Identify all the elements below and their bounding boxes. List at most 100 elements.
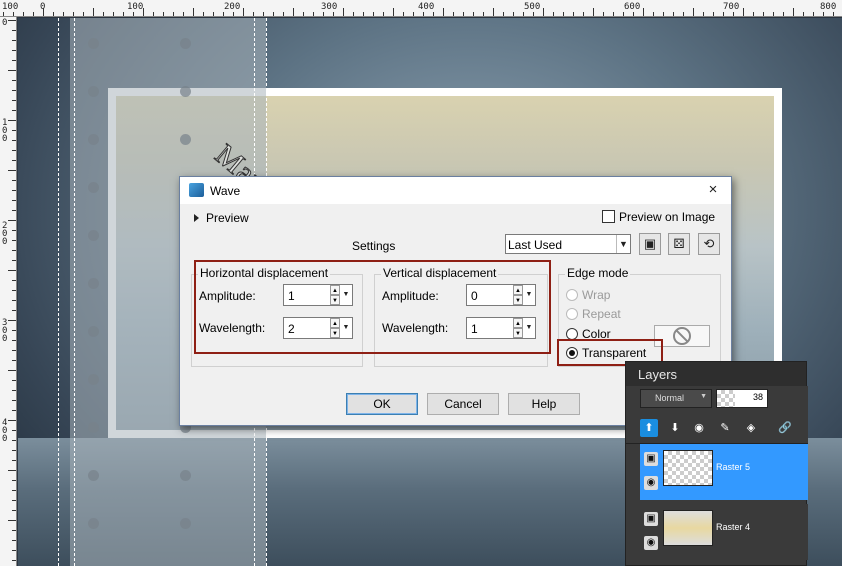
reset-icon[interactable]: ⟲ bbox=[698, 233, 720, 255]
ruler-label: 100 bbox=[2, 2, 19, 12]
settings-dropdown[interactable]: Last Used ▼ bbox=[505, 234, 631, 254]
new-layer-icon[interactable]: ⬆ bbox=[640, 419, 658, 437]
ruler-tick bbox=[12, 160, 16, 161]
ruler-tick bbox=[12, 540, 16, 541]
ruler-tick bbox=[673, 12, 674, 16]
ruler-tick bbox=[503, 12, 504, 16]
blend-mode-dropdown[interactable]: Normal ▼ bbox=[640, 389, 712, 408]
layer-row-raster-5[interactable]: ▣ ◉ Raster 5 bbox=[640, 444, 808, 500]
ruler-tick bbox=[763, 12, 764, 16]
ruler-tick bbox=[12, 480, 16, 481]
ruler-tick bbox=[343, 8, 344, 16]
layers-title: Layers bbox=[626, 362, 806, 386]
ruler-tick bbox=[12, 130, 16, 131]
ruler-tick bbox=[8, 520, 16, 521]
pattern-dot bbox=[88, 470, 99, 481]
preview-toggle[interactable]: Preview bbox=[194, 211, 249, 225]
ruler-tick bbox=[523, 12, 524, 16]
ruler-tick bbox=[12, 230, 16, 231]
ruler-tick bbox=[12, 550, 16, 551]
ruler-tick bbox=[8, 170, 16, 171]
ruler-tick bbox=[793, 8, 794, 16]
opacity-control[interactable]: 38 bbox=[716, 389, 768, 408]
ruler-tick bbox=[743, 8, 744, 16]
blend-mode-value: Normal bbox=[655, 393, 685, 403]
ruler-tick bbox=[12, 250, 16, 251]
ruler-tick bbox=[12, 60, 16, 61]
ok-button[interactable]: OK bbox=[346, 393, 418, 415]
ruler-label: 100 bbox=[2, 118, 8, 144]
help-button[interactable]: Help bbox=[508, 393, 580, 415]
ruler-tick bbox=[103, 12, 104, 16]
ruler-tick bbox=[353, 12, 354, 16]
ruler-tick bbox=[823, 12, 824, 16]
layer-group-icon[interactable]: ▣ bbox=[644, 512, 658, 526]
ruler-tick bbox=[283, 12, 284, 16]
ruler-tick bbox=[493, 8, 494, 16]
ruler-tick bbox=[753, 12, 754, 16]
settings-value: Last Used bbox=[508, 238, 563, 252]
ruler-tick bbox=[12, 360, 16, 361]
ruler-tick bbox=[243, 8, 244, 16]
close-icon[interactable]: × bbox=[703, 180, 723, 200]
link-icon[interactable]: 🔗 bbox=[776, 419, 794, 437]
ruler-top: 100 0 100 200 300 400 500 600 800 700 bbox=[0, 0, 842, 17]
ruler-tick bbox=[8, 320, 16, 321]
pattern-dot bbox=[88, 230, 99, 241]
ruler-tick bbox=[203, 12, 204, 16]
repeat-radio[interactable] bbox=[566, 308, 578, 320]
no-color-icon bbox=[673, 327, 691, 345]
ruler-tick bbox=[12, 560, 16, 561]
cancel-button[interactable]: Cancel bbox=[427, 393, 499, 415]
ruler-tick bbox=[8, 70, 16, 71]
random-icon[interactable]: ⚄ bbox=[668, 233, 690, 255]
layer-group-icon[interactable]: ▣ bbox=[644, 452, 658, 466]
mask-icon[interactable]: ◈ bbox=[742, 419, 760, 437]
layer-row-raster-4[interactable]: ▣ ◉ Raster 4 bbox=[640, 504, 808, 560]
pattern-dot bbox=[88, 518, 99, 529]
ruler-tick bbox=[83, 12, 84, 16]
ruler-tick bbox=[623, 12, 624, 16]
ruler-tick bbox=[163, 12, 164, 16]
ruler-tick bbox=[12, 440, 16, 441]
ruler-tick bbox=[12, 500, 16, 501]
ruler-tick bbox=[3, 12, 4, 16]
ruler-tick bbox=[813, 12, 814, 16]
ruler-tick bbox=[93, 8, 94, 16]
brush-icon[interactable]: ✎ bbox=[716, 419, 734, 437]
ruler-tick bbox=[12, 90, 16, 91]
ruler-tick bbox=[563, 12, 564, 16]
pattern-dot bbox=[88, 326, 99, 337]
ruler-tick bbox=[53, 12, 54, 16]
ruler-tick bbox=[293, 8, 294, 16]
layers-controls: Normal ▼ 38 bbox=[626, 386, 808, 412]
ruler-tick bbox=[333, 12, 334, 16]
ruler-label: 500 bbox=[524, 2, 541, 12]
eye-icon[interactable]: ◉ bbox=[644, 476, 658, 490]
ruler-tick bbox=[33, 12, 34, 16]
wrap-label: Wrap bbox=[582, 288, 611, 302]
ruler-tick bbox=[433, 12, 434, 16]
wrap-radio[interactable] bbox=[566, 289, 578, 301]
merge-down-icon[interactable]: ⬇ bbox=[666, 419, 684, 437]
preview-on-image-checkbox[interactable] bbox=[602, 210, 615, 223]
ruler-tick bbox=[833, 12, 834, 16]
ruler-tick bbox=[12, 200, 16, 201]
eye-icon[interactable]: ◉ bbox=[690, 419, 708, 437]
ruler-tick bbox=[8, 470, 16, 471]
layer-name: Raster 5 bbox=[716, 462, 751, 472]
save-preset-icon[interactable]: ▣ bbox=[639, 233, 661, 255]
dialog-titlebar[interactable]: Wave × bbox=[180, 177, 731, 204]
chevron-down-icon[interactable]: ▼ bbox=[616, 235, 630, 253]
ruler-tick bbox=[12, 330, 16, 331]
ruler-tick bbox=[803, 12, 804, 16]
pattern-dot bbox=[180, 518, 191, 529]
ruler-tick bbox=[473, 12, 474, 16]
opacity-fill bbox=[717, 390, 735, 407]
ruler-tick bbox=[23, 12, 24, 16]
ruler-tick bbox=[423, 12, 424, 16]
eye-icon[interactable]: ◉ bbox=[644, 536, 658, 550]
ruler-tick bbox=[12, 450, 16, 451]
ruler-tick bbox=[193, 8, 194, 16]
ruler-tick bbox=[133, 12, 134, 16]
